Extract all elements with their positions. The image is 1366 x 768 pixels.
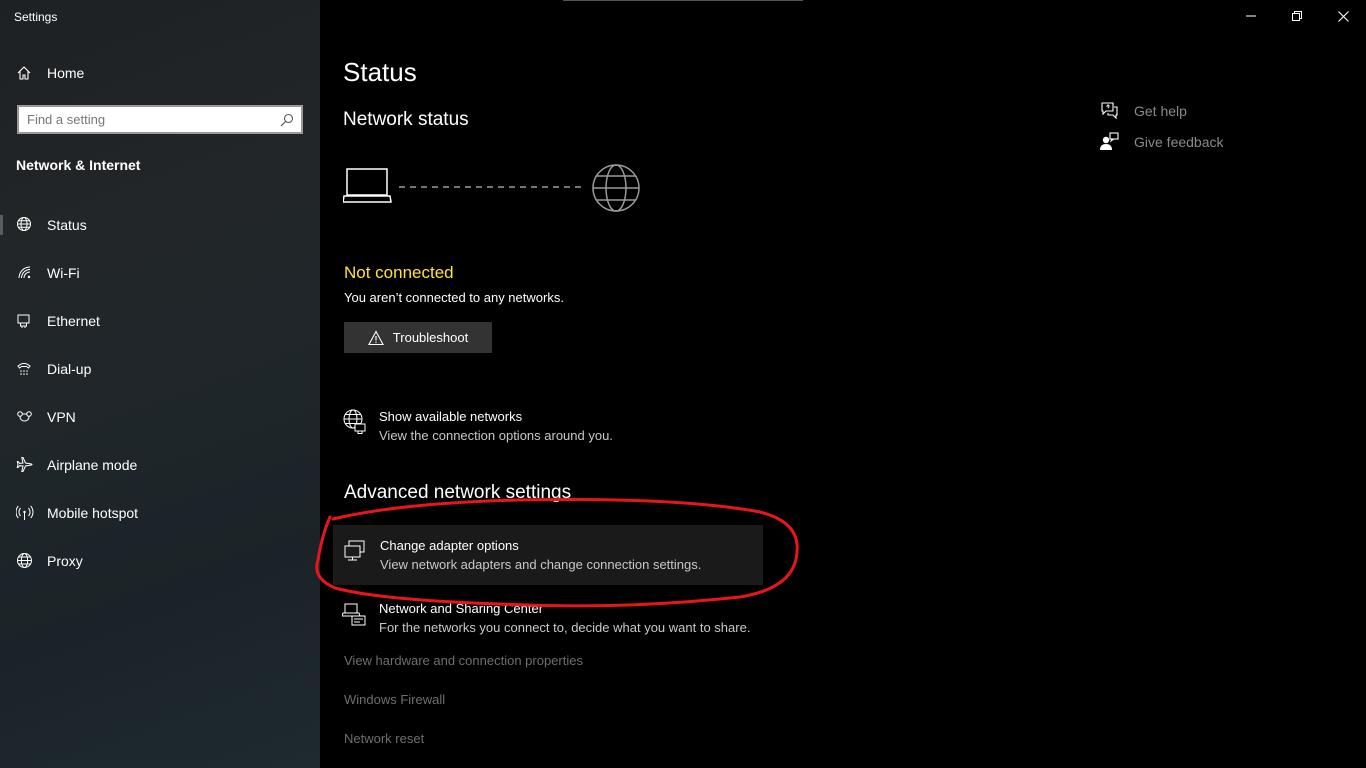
network-status-heading: Network status (343, 109, 469, 130)
sharing-center-icon (342, 603, 366, 626)
search-input[interactable] (19, 107, 279, 132)
laptop-icon (343, 168, 392, 203)
sharing-center-title: Network and Sharing Center (379, 601, 544, 616)
network-reset-link[interactable]: Network reset (344, 731, 424, 746)
sidebar-item-dialup[interactable]: Dial-up (0, 345, 320, 393)
section-title: Network & Internet (16, 157, 141, 173)
sidebar-item-ethernet[interactable]: Ethernet (0, 297, 320, 345)
warning-icon (367, 329, 384, 345)
sidebar-item-vpn[interactable]: VPN (0, 393, 320, 441)
feedback-person-icon (1100, 132, 1119, 150)
title-bar-hint (563, 0, 803, 1)
home-label: Home (47, 65, 85, 81)
get-help-label: Get help (1134, 103, 1187, 119)
give-feedback-label: Give feedback (1134, 134, 1224, 150)
sidebar-item-label: Dial-up (47, 361, 92, 377)
help-chat-icon (1101, 102, 1118, 120)
search-icon[interactable] (279, 112, 295, 128)
show-networks-title: Show available networks (379, 409, 523, 424)
dialup-icon (16, 360, 34, 378)
page-title: Status (343, 57, 417, 87)
advanced-settings-heading: Advanced network settings (344, 482, 572, 503)
restore-button[interactable] (1274, 0, 1320, 32)
ethernet-icon (16, 312, 34, 330)
windows-firewall-link[interactable]: Windows Firewall (344, 692, 445, 707)
sidebar-item-label: Airplane mode (47, 457, 138, 473)
minimize-button[interactable] (1228, 0, 1274, 32)
connection-status-label: Not connected (344, 263, 454, 282)
network-sharing-center[interactable]: Network and Sharing Center For the netwo… (342, 600, 750, 638)
connection-status-description: You aren’t connected to any networks. (344, 290, 564, 305)
sidebar-item-proxy[interactable]: Proxy (0, 537, 320, 585)
sidebar-item-label: VPN (47, 409, 76, 425)
troubleshoot-label: Troubleshoot (392, 330, 469, 345)
get-help-link[interactable]: Get help (1099, 100, 1224, 122)
show-networks-description: View the connection options around you. (379, 428, 613, 443)
app-title: Settings (14, 10, 58, 24)
wifi-icon (16, 264, 34, 282)
close-icon (1337, 10, 1349, 22)
network-diagram (343, 164, 640, 212)
change-adapter-description: View network adapters and change connect… (380, 557, 702, 572)
show-available-networks[interactable]: Show available networks View the connect… (342, 408, 613, 446)
search-box[interactable] (17, 105, 303, 134)
change-adapter-title: Change adapter options (380, 538, 519, 553)
troubleshoot-button[interactable]: Troubleshoot (344, 322, 492, 353)
sidebar-item-label: Proxy (47, 553, 83, 569)
sidebar-item-label: Mobile hotspot (47, 505, 139, 521)
help-panel: Get help Give feedback (1099, 100, 1224, 162)
restore-icon (1292, 11, 1302, 21)
vpn-icon (16, 408, 34, 426)
internet-globe-icon (592, 164, 640, 212)
hotspot-icon (16, 504, 34, 522)
adapter-monitors-icon (344, 540, 365, 561)
sidebar-item-airplane[interactable]: Airplane mode (0, 441, 320, 489)
give-feedback-link[interactable]: Give feedback (1099, 131, 1224, 153)
hardware-properties-link[interactable]: View hardware and connection properties (344, 653, 583, 668)
sidebar-item-wifi[interactable]: Wi-Fi (0, 249, 320, 297)
sidebar-item-label: Status (47, 217, 87, 233)
globe-icon (16, 552, 34, 570)
sidebar-item-label: Wi-Fi (47, 265, 80, 281)
change-adapter-options[interactable]: Change adapter options View network adap… (333, 525, 763, 585)
minimize-icon (1246, 15, 1256, 17)
sharing-center-description: For the networks you connect to, decide … (379, 620, 751, 635)
network-globe-icon (343, 409, 366, 434)
sidebar-item-status[interactable]: Status (0, 201, 320, 249)
home-icon (17, 66, 31, 80)
sidebar: Settings Home Network & Internet Status … (0, 0, 320, 768)
window-controls (1228, 0, 1366, 32)
sidebar-item-label: Ethernet (47, 313, 100, 329)
nav-list: Status Wi-Fi Ethernet Dial-up VPN Airpla… (0, 201, 320, 585)
nav-home[interactable]: Home (16, 62, 84, 84)
sidebar-item-mobile-hotspot[interactable]: Mobile hotspot (0, 489, 320, 537)
close-button[interactable] (1320, 0, 1366, 32)
airplane-icon (16, 456, 34, 474)
globe-network-icon (16, 216, 34, 234)
